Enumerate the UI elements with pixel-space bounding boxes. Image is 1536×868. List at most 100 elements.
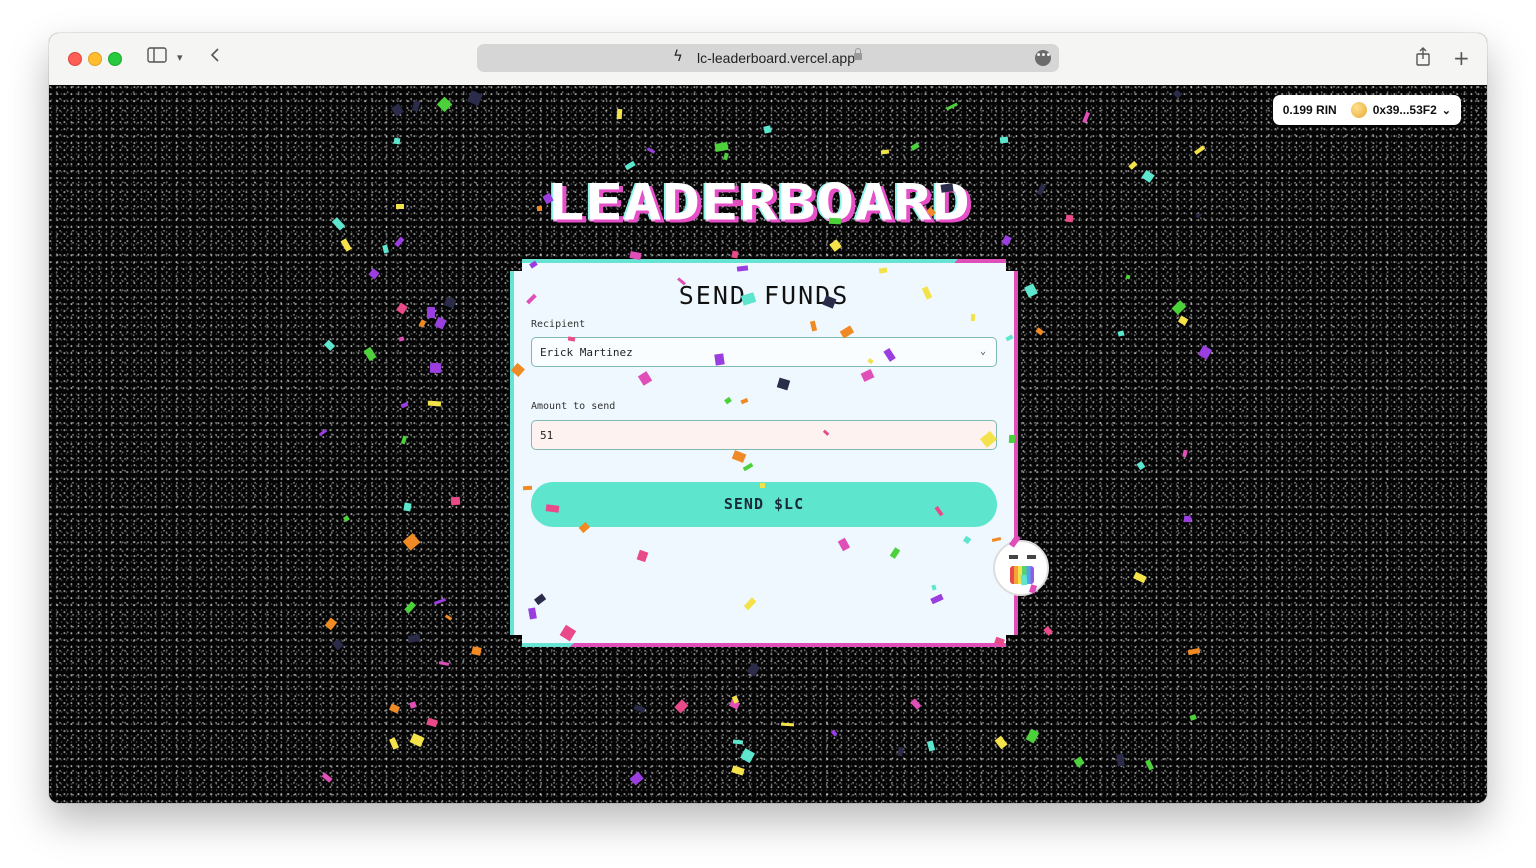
- wallet-avatar: [1350, 102, 1367, 118]
- confetti-piece: [402, 533, 421, 551]
- confetti-piece: [739, 748, 755, 764]
- browser-window: ▾ ϟ lc-leaderboard.vercel.app ••• + 0.19…: [49, 33, 1487, 803]
- confetti-piece: [897, 747, 904, 757]
- mascot-icon: [993, 540, 1049, 596]
- confetti-piece: [324, 617, 337, 631]
- confetti-piece: [545, 504, 560, 513]
- confetti-piece: [450, 496, 461, 506]
- confetti-piece: [995, 735, 1008, 750]
- confetti-piece: [1141, 169, 1156, 184]
- send-funds-card: SEND FUNDS Recipient Erick Martinez ⌄ Am…: [514, 263, 1014, 643]
- sidebar-icon[interactable]: [147, 47, 167, 69]
- confetti-piece: [735, 199, 744, 206]
- confetti-piece: [760, 482, 766, 488]
- confetti-piece: [1117, 330, 1126, 337]
- recipient-select[interactable]: Erick Martinez ⌄: [531, 337, 997, 367]
- address-bar[interactable]: ϟ lc-leaderboard.vercel.app •••: [477, 44, 1059, 72]
- more-icon[interactable]: •••: [1035, 50, 1051, 66]
- confetti-piece: [1001, 235, 1013, 247]
- confetti-piece: [746, 662, 761, 677]
- confetti-piece: [567, 336, 575, 342]
- confetti-piece: [388, 703, 400, 714]
- confetti-piece: [444, 614, 453, 622]
- confetti-piece: [730, 765, 745, 776]
- plus-icon[interactable]: +: [1453, 47, 1470, 69]
- confetti-piece: [409, 700, 417, 709]
- confetti-piece: [527, 607, 537, 620]
- confetti-piece: [332, 638, 344, 652]
- confetti-piece: [407, 634, 421, 643]
- confetti-piece: [1125, 274, 1131, 281]
- confetti-piece: [1000, 136, 1009, 143]
- send-button[interactable]: SEND $LC: [531, 482, 997, 527]
- confetti-piece: [382, 244, 390, 254]
- confetti-piece: [434, 316, 447, 329]
- amount-input[interactable]: 51: [531, 420, 997, 450]
- confetti-piece: [1188, 647, 1202, 656]
- confetti-piece: [471, 646, 482, 657]
- confetti-piece: [388, 737, 399, 751]
- confetti-piece: [1128, 161, 1138, 171]
- confetti-piece: [395, 204, 404, 210]
- confetti-piece: [830, 728, 838, 736]
- lock-icon: [854, 48, 862, 60]
- back-icon[interactable]: [209, 47, 221, 69]
- confetti-piece: [927, 739, 936, 751]
- confetti-piece: [393, 137, 400, 145]
- confetti-piece: [400, 401, 410, 409]
- confetti-piece: [731, 250, 739, 259]
- confetti-piece: [674, 699, 689, 714]
- confetti-piece: [616, 109, 622, 120]
- confetti-piece: [321, 772, 333, 783]
- sidebar-chevron-down-icon[interactable]: ▾: [177, 47, 183, 69]
- confetti-piece: [1035, 327, 1045, 336]
- confetti-piece: [1197, 345, 1213, 361]
- confetti-piece: [1043, 626, 1053, 636]
- confetti-piece: [1172, 89, 1182, 99]
- chevron-down-icon: ⌄: [1441, 104, 1451, 117]
- page-title: LEADERBOARD: [546, 174, 970, 232]
- confetti-piece: [1020, 574, 1028, 585]
- confetti-piece: [409, 732, 425, 748]
- confetti-piece: [398, 336, 405, 342]
- confetti-piece: [1189, 714, 1197, 721]
- zoom-window-button[interactable]: [108, 52, 122, 66]
- confetti-piece: [394, 236, 405, 248]
- share-icon[interactable]: [1415, 47, 1431, 73]
- confetti-piece: [332, 217, 346, 231]
- confetti-piece: [340, 237, 352, 252]
- confetti-piece: [713, 353, 725, 366]
- confetti-piece: [909, 141, 920, 151]
- confetti-piece: [368, 267, 381, 280]
- confetti-piece: [1133, 571, 1148, 583]
- confetti-piece: [1065, 214, 1074, 222]
- card-heading: SEND FUNDS: [678, 281, 850, 310]
- recipient-value: Erick Martinez: [540, 346, 633, 359]
- confetti-piece: [781, 723, 794, 727]
- confetti-piece: [828, 217, 841, 225]
- confetti-piece: [403, 502, 412, 511]
- confetti-piece: [732, 739, 743, 744]
- amount-value: 51: [540, 429, 554, 442]
- confetti-piece: [633, 704, 646, 714]
- confetti-piece: [940, 182, 954, 192]
- wallet-balance: 0.199 RIN: [1282, 103, 1337, 117]
- confetti-piece: [1116, 753, 1126, 766]
- confetti-piece: [363, 347, 377, 362]
- confetti-piece: [1081, 111, 1090, 124]
- close-window-button[interactable]: [68, 52, 82, 66]
- confetti-piece: [910, 698, 923, 710]
- minimize-window-button[interactable]: [88, 52, 102, 66]
- confetti-piece: [390, 103, 404, 117]
- confetti-piece: [624, 161, 636, 171]
- confetti-piece: [443, 296, 457, 309]
- confetti-piece: [437, 96, 453, 112]
- wallet-button[interactable]: 0.199 RIN 0x39...53F2 ⌄: [1272, 95, 1461, 125]
- confetti-piece: [427, 400, 441, 407]
- confetti-piece: [945, 102, 958, 111]
- confetti-piece: [401, 435, 408, 445]
- wallet-address: 0x39...53F2: [1372, 103, 1437, 117]
- confetti-piece: [426, 307, 435, 319]
- confetti-piece: [411, 100, 420, 112]
- confetti-piece: [1008, 434, 1016, 444]
